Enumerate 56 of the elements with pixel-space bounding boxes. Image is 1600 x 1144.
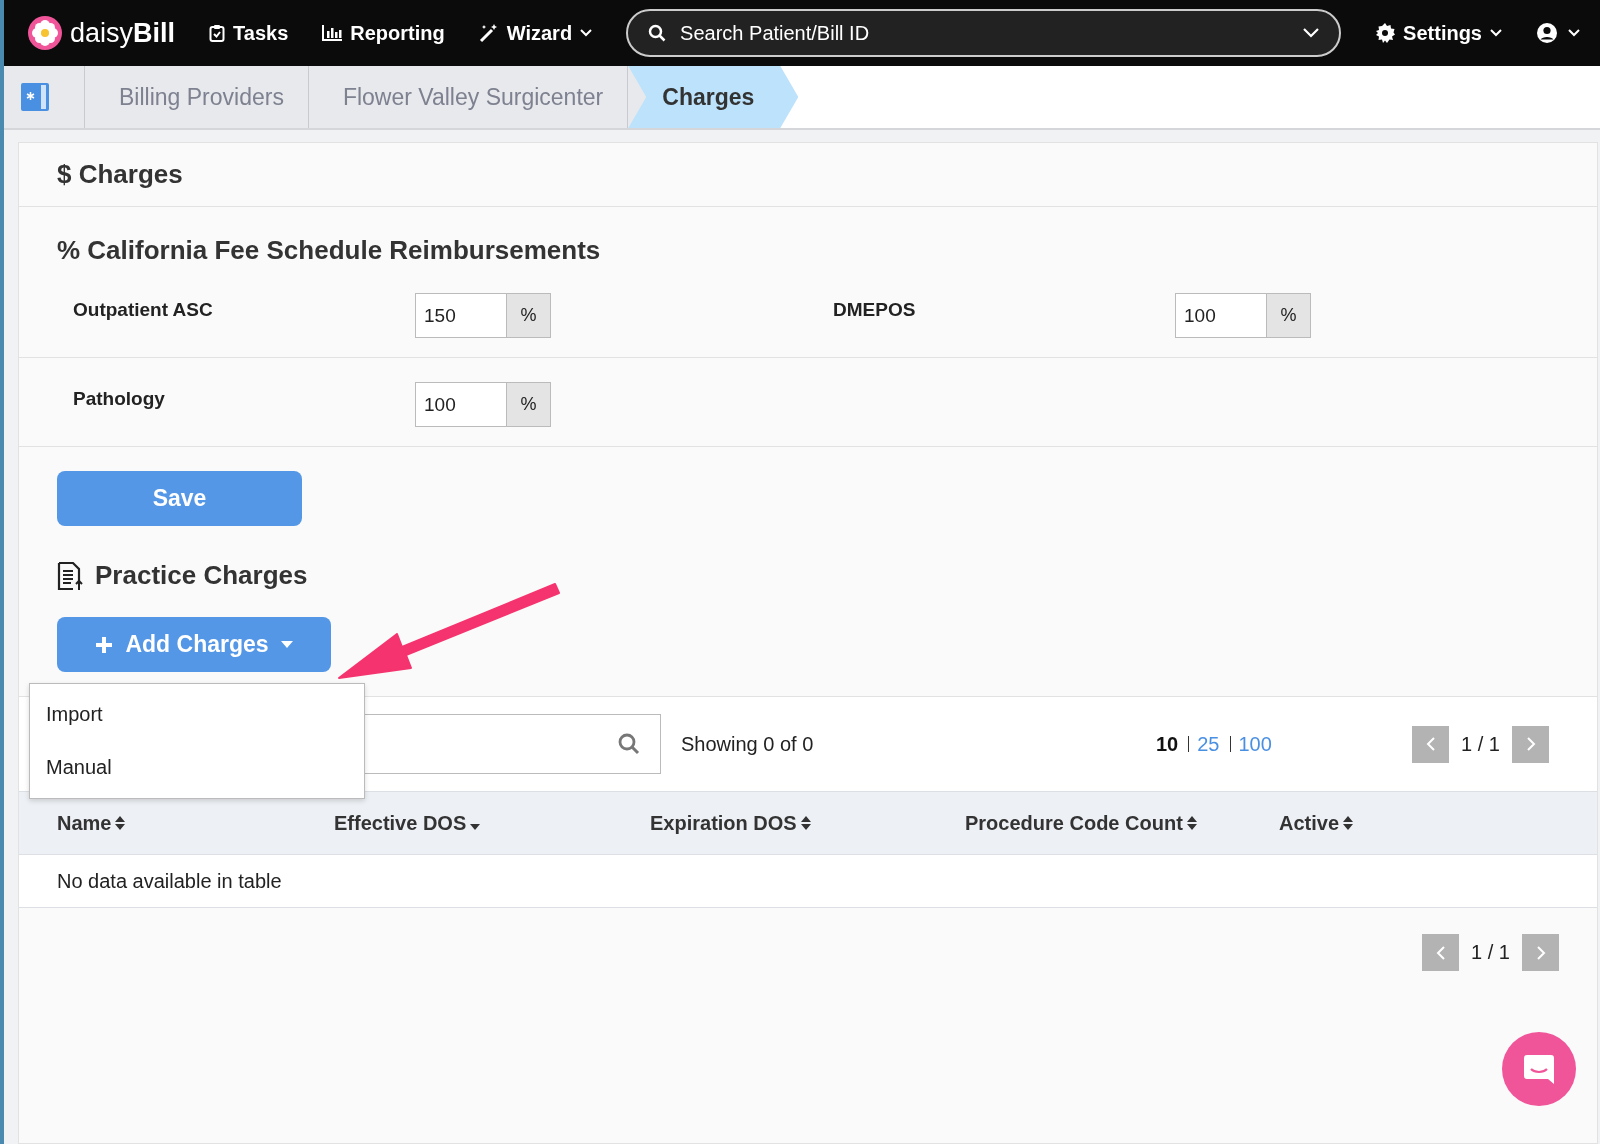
home-icon[interactable] <box>20 82 50 112</box>
column-header[interactable]: Expiration DOS <box>650 811 965 835</box>
percent-addon: % <box>507 382 551 427</box>
search-field[interactable]: Search Patient/Bill ID <box>626 9 1342 57</box>
column-header[interactable]: Name <box>57 811 334 835</box>
page-indicator: 1 / 1 <box>1470 941 1511 964</box>
breadcrumb-link[interactable]: Charges <box>628 66 799 128</box>
percent-addon: % <box>1267 293 1311 338</box>
nav-link[interactable]: Wizard <box>478 21 593 45</box>
section-title: Practice Charges <box>95 560 308 591</box>
chevron-down-icon <box>1490 29 1502 37</box>
percent-input[interactable]: 150 <box>415 293 507 338</box>
user-avatar-icon <box>1536 22 1558 44</box>
chevron-right-icon <box>1535 944 1546 961</box>
search-input[interactable]: Search Patient/Bill ID <box>678 20 1292 46</box>
user-menu[interactable] <box>1536 22 1580 44</box>
field-label: DMEPOS <box>832 298 917 322</box>
chevron-down-icon <box>1568 29 1580 37</box>
page-indicator: 1 / 1 <box>1460 732 1501 756</box>
next-page-button[interactable] <box>1512 725 1549 763</box>
document-icon <box>57 560 85 591</box>
field-label: Outpatient ASC <box>72 298 214 322</box>
percent-addon: % <box>507 293 551 338</box>
chevron-left-icon <box>1425 736 1436 752</box>
page-title: $ Charges <box>57 159 183 190</box>
chevron-left-icon <box>1435 944 1446 961</box>
settings-icon <box>1375 23 1396 43</box>
brand-name[interactable]: daisyBill <box>70 17 176 49</box>
clipboard-icon <box>209 24 226 42</box>
column-header[interactable]: Procedure Code Count <box>965 811 1279 835</box>
menu-item[interactable]: Manual <box>30 741 364 794</box>
percent-input[interactable]: 100 <box>1175 293 1267 338</box>
chevron-right-icon <box>1525 736 1536 752</box>
search-icon <box>648 24 667 42</box>
magic-wand-icon <box>478 23 499 43</box>
bar-chart-icon <box>322 25 343 41</box>
next-page-button[interactable] <box>1522 934 1559 971</box>
search-icon <box>618 733 640 755</box>
nav-link[interactable]: Tasks <box>209 21 289 45</box>
showing-count: Showing 0 of 0 <box>681 732 815 756</box>
column-header[interactable]: Active <box>1279 811 1479 835</box>
caret-icon <box>280 641 293 648</box>
nav-link[interactable]: Reporting <box>322 21 445 45</box>
previous-page-button[interactable] <box>1422 934 1459 971</box>
settings-menu[interactable]: Settings <box>1375 21 1502 45</box>
percent-input[interactable]: 100 <box>415 382 507 427</box>
flower-logo-icon[interactable] <box>28 16 62 50</box>
field-label: Pathology <box>72 387 166 411</box>
menu-item[interactable]: Import <box>30 688 364 741</box>
page-size-link[interactable]: 10 <box>1156 732 1179 756</box>
section-title: % California Fee Schedule Reimbursements <box>57 235 602 266</box>
previous-page-button[interactable] <box>1412 725 1449 763</box>
empty-table-message: No data available in table <box>57 869 282 893</box>
chevron-down-icon <box>1303 28 1320 38</box>
plus-icon <box>95 635 114 654</box>
column-header[interactable]: Effective DOS <box>334 811 650 835</box>
